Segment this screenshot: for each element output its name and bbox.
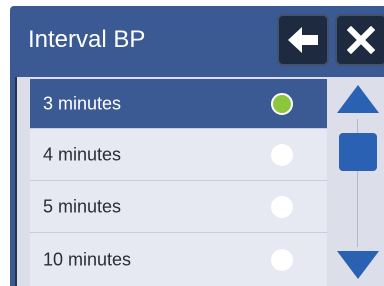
list-item[interactable]: 5 minutes [30,180,327,232]
interval-bp-dialog: Interval BP 3 minutes 4 minutes 5 minute… [10,6,384,286]
option-label: 10 minutes [43,249,132,269]
interval-option-list: 3 minutes 4 minutes 5 minutes 10 minutes [30,79,327,286]
close-icon [347,26,375,54]
dialog-title: Interval BP [28,26,146,53]
scrollbar[interactable] [333,79,383,286]
option-label: 5 minutes [43,196,122,216]
scroll-up-button[interactable] [333,81,383,117]
scroll-down-button[interactable] [333,247,383,283]
triangle-up-icon [337,85,379,113]
close-button[interactable] [335,14,384,66]
radio-unselected-icon [271,143,293,166]
option-label: 3 minutes [43,93,122,113]
radio-unselected-icon [271,195,293,218]
options-panel: 3 minutes 4 minutes 5 minutes 10 minutes [15,77,384,286]
list-item[interactable]: 10 minutes [30,232,327,286]
triangle-down-icon [337,251,379,279]
radio-selected-icon [271,92,293,115]
option-label: 4 minutes [43,144,122,164]
list-item[interactable]: 3 minutes [30,79,327,128]
scroll-thumb[interactable] [339,133,377,171]
list-item[interactable]: 4 minutes [30,128,327,180]
back-button[interactable] [277,14,329,66]
radio-unselected-icon [271,248,293,271]
arrow-left-icon [288,27,318,53]
